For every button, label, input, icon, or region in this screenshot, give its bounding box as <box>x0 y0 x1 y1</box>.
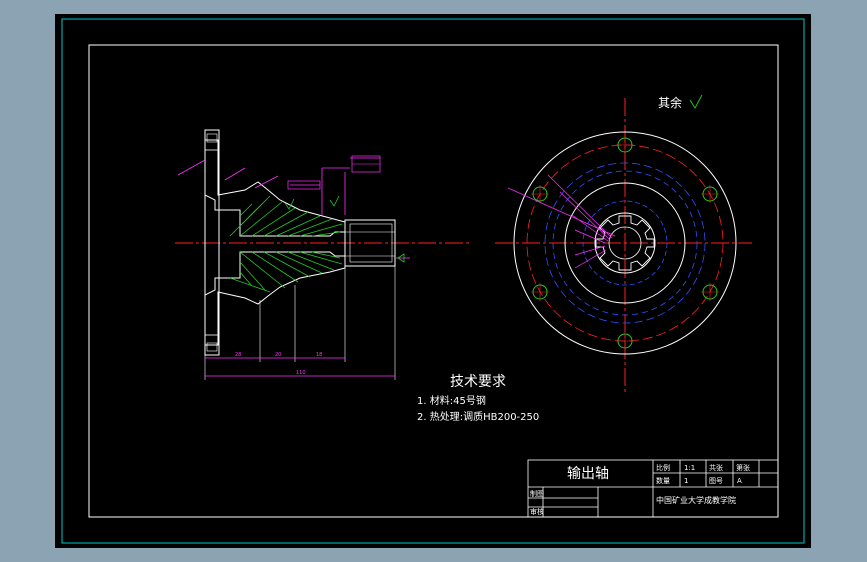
scale-label: 比例 <box>656 463 670 472</box>
tech-requirement-2: 2. 热处理:调质HB200-250 <box>417 410 539 423</box>
drawing-no-label: 图号 <box>709 477 723 485</box>
part-name: 输出轴 <box>567 466 609 482</box>
drawing-canvas[interactable]: 28 20 18 110 其余 技术要求 1. 材料:45号钢 2. 热处理:调… <box>0 0 867 562</box>
scale-value: 1:1 <box>684 464 695 472</box>
dim-text-total: 110 <box>296 370 306 376</box>
sheet-no-label: 第张 <box>736 463 750 472</box>
qty-label: 数量 <box>656 476 670 485</box>
qty-value: 1 <box>684 477 688 485</box>
drawn-label: 制图 <box>530 489 544 498</box>
drawing-no-value: A <box>737 477 742 485</box>
tech-requirements-title: 技术要求 <box>450 374 506 390</box>
dim-text-3: 18 <box>316 352 322 358</box>
school-name: 中国矿业大学成教学院 <box>656 495 736 505</box>
sheet-label: 共张 <box>709 463 723 472</box>
checked-label: 审核 <box>530 507 544 516</box>
tech-requirement-1: 1. 材料:45号钢 <box>417 394 486 407</box>
dim-text-2: 20 <box>275 352 281 358</box>
rest-surface-label: 其余 <box>658 95 682 110</box>
drawing-sheet <box>55 14 811 548</box>
dim-text-1: 28 <box>235 352 241 358</box>
